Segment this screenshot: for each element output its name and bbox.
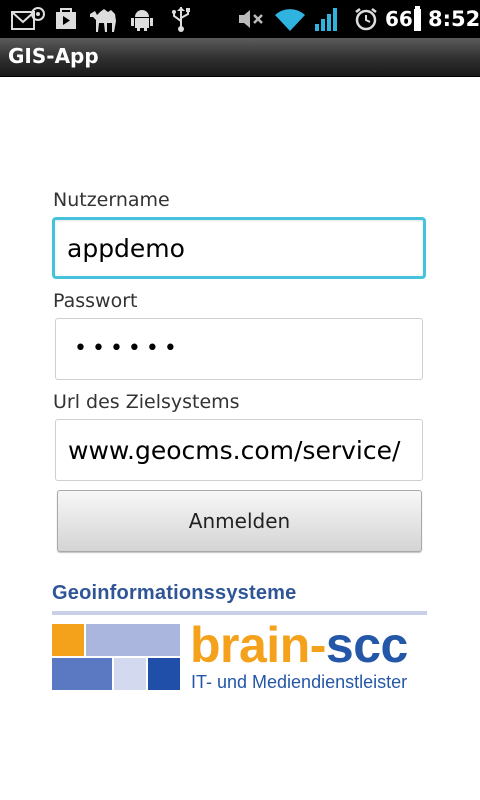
play-store-icon bbox=[52, 0, 80, 38]
signal-icon bbox=[312, 0, 342, 38]
battery-icon bbox=[412, 0, 422, 38]
status-bar: 66 8:52 bbox=[0, 0, 480, 38]
brand-name-part1: brain- bbox=[190, 617, 326, 673]
title-bar: GIS-App bbox=[0, 38, 480, 77]
alarm-icon bbox=[352, 0, 380, 38]
camel-icon bbox=[86, 0, 122, 38]
brand-tagline: IT- und Mediendienstleister bbox=[191, 672, 408, 692]
username-label: Nutzername bbox=[53, 189, 170, 211]
app-title: GIS-App bbox=[8, 44, 99, 68]
android-debug-icon bbox=[128, 0, 156, 38]
brand-name-part2: scc bbox=[325, 617, 408, 673]
username-input[interactable] bbox=[55, 220, 423, 276]
url-field[interactable] bbox=[55, 419, 423, 481]
password-label: Passwort bbox=[53, 290, 138, 312]
password-dots: •••••• bbox=[74, 336, 182, 361]
brain-scc-logo-mark bbox=[52, 624, 180, 690]
clock: 8:52 bbox=[428, 7, 480, 31]
password-field[interactable]: •••••• bbox=[55, 318, 423, 380]
wifi-icon bbox=[272, 0, 308, 38]
username-field[interactable] bbox=[52, 217, 426, 279]
url-input[interactable] bbox=[56, 420, 422, 480]
mute-icon bbox=[236, 0, 266, 38]
email-notification-icon bbox=[8, 0, 48, 38]
usb-icon bbox=[168, 0, 194, 38]
login-button[interactable]: Anmelden bbox=[57, 490, 422, 552]
logo-caption: Geoinformationssysteme bbox=[52, 582, 297, 604]
brand-name: brain-scc bbox=[190, 616, 408, 674]
logo-divider bbox=[52, 611, 427, 615]
url-label: Url des Zielsystems bbox=[53, 391, 240, 413]
battery-level: 66 bbox=[385, 7, 413, 31]
